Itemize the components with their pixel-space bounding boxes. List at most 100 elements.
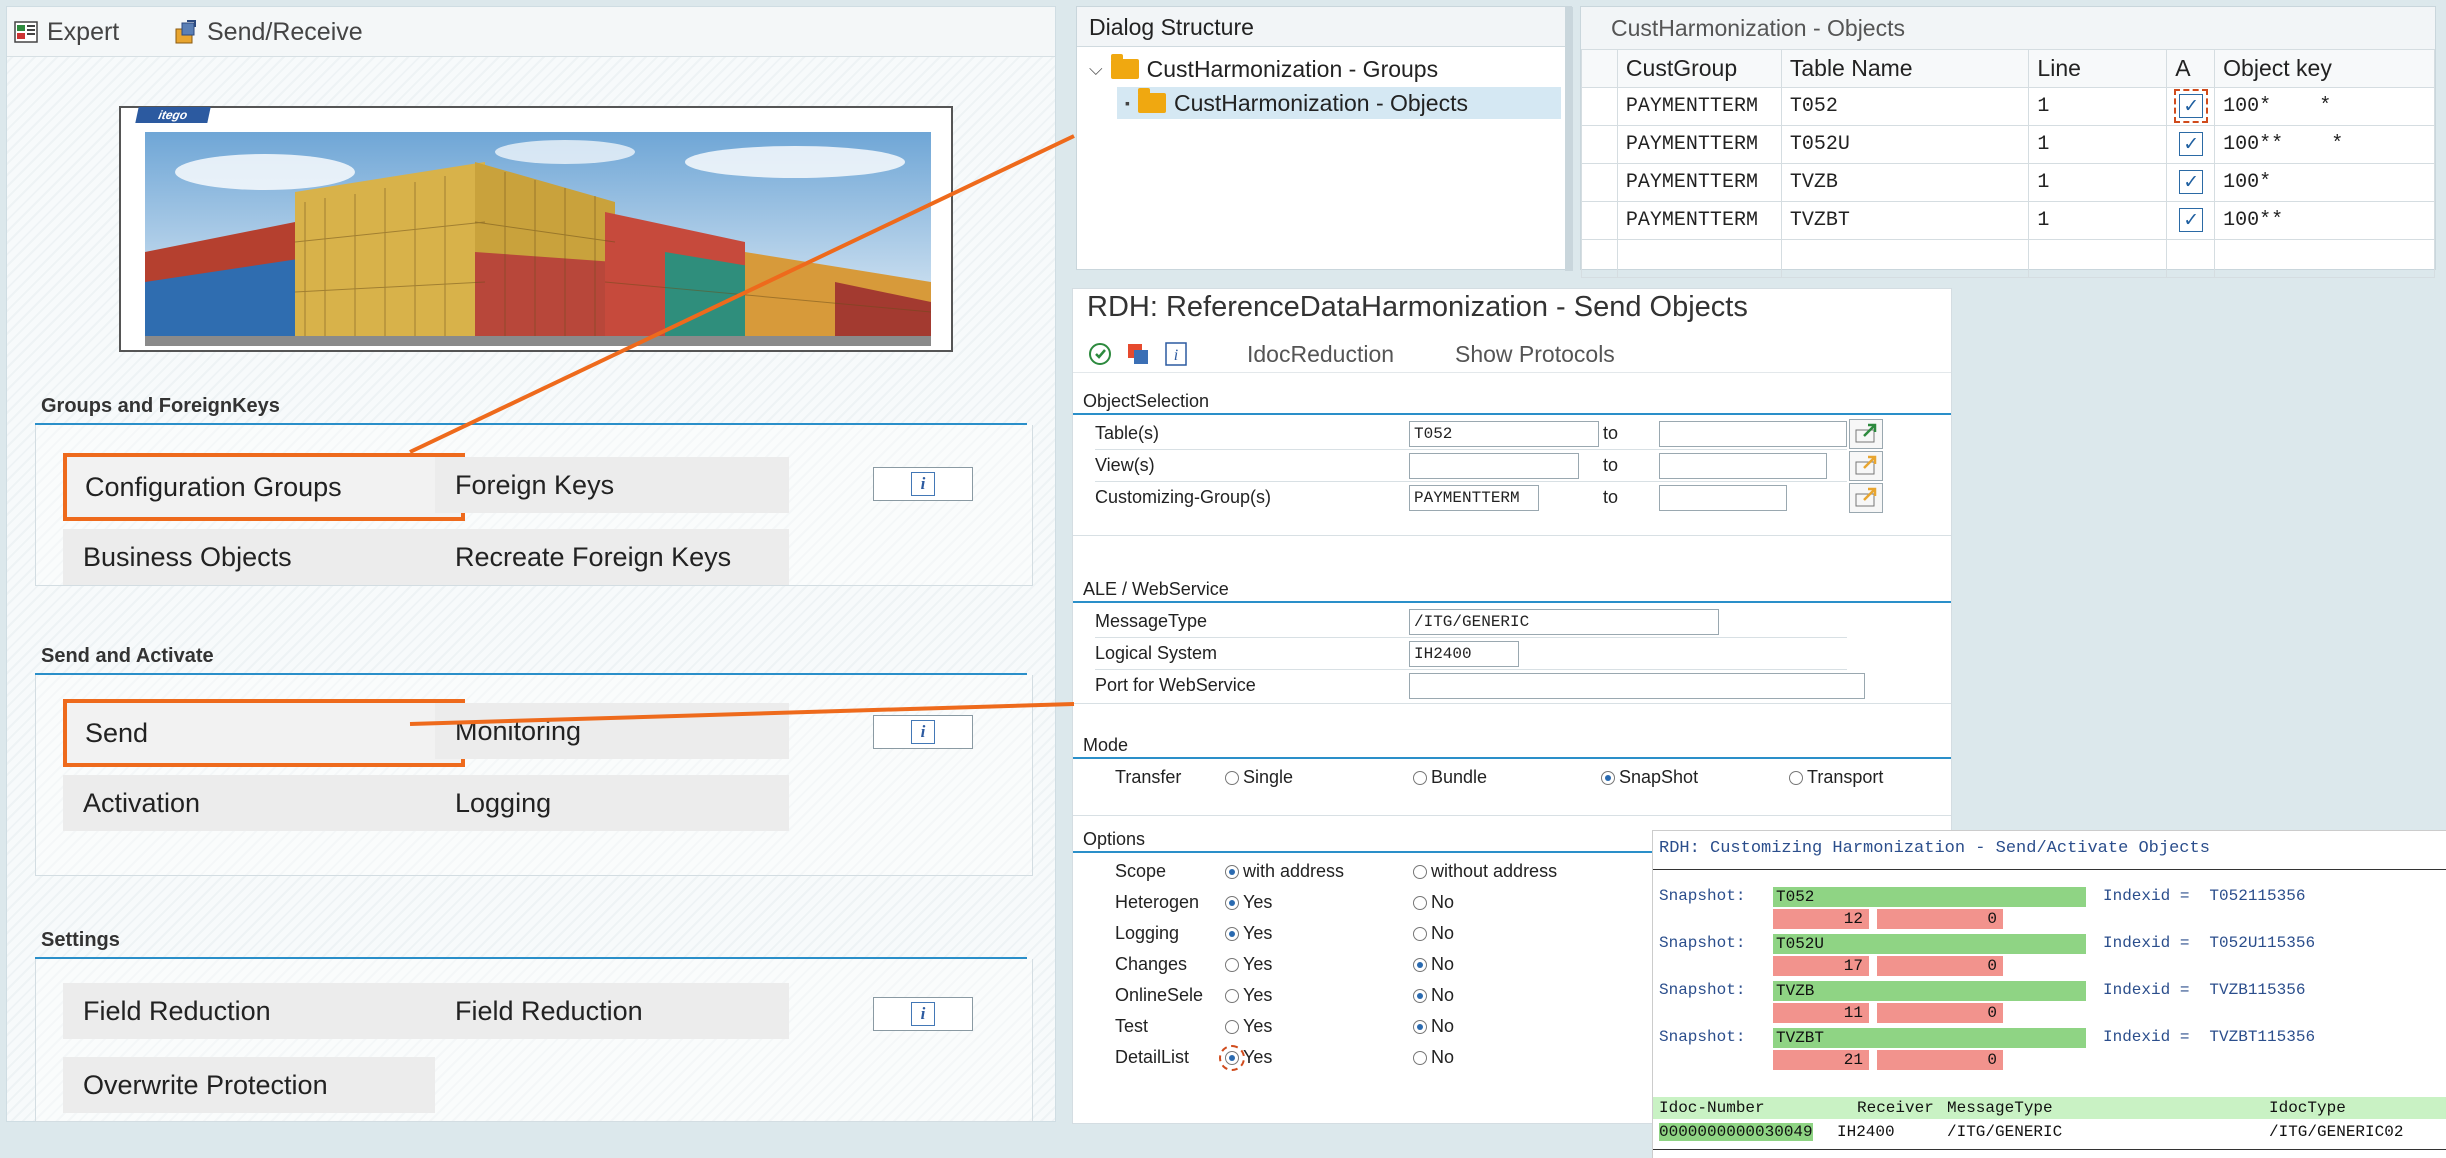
radio-button[interactable]	[1413, 926, 1427, 941]
option-scope-b[interactable]: without address	[1413, 861, 1557, 882]
expert-button[interactable]: Expert	[13, 15, 119, 49]
logical-system-input[interactable]: IH2400	[1409, 641, 1519, 667]
recreate-foreign-keys-tile[interactable]: Recreate Foreign Keys	[435, 529, 789, 585]
idoc-number-value[interactable]: 0000000000030049	[1659, 1123, 1813, 1141]
show-protocols-button[interactable]: Show Protocols	[1455, 341, 1615, 368]
option-logging-label: Logging	[1115, 923, 1180, 943]
option-detaillist-a[interactable]: Yes	[1219, 1044, 1272, 1071]
table-row[interactable]: PAYMENTTERM TVZBT 1 ✓ 100**	[1581, 201, 2435, 240]
execute-icon[interactable]	[1087, 341, 1113, 367]
radio-bundle[interactable]: Bundle	[1413, 767, 1487, 788]
radio-button-selected[interactable]	[1225, 926, 1239, 941]
row-selector[interactable]	[1581, 163, 1618, 202]
radio-button-selected[interactable]	[1219, 1044, 1245, 1071]
radio-button-selected[interactable]	[1601, 770, 1615, 785]
table-row[interactable]: PAYMENTTERM T052 1 ✓ 100* *	[1581, 87, 2435, 126]
foreign-keys-tile[interactable]: Foreign Keys	[435, 457, 789, 513]
cell-custgroup: PAYMENTTERM	[1616, 87, 1782, 126]
row-selector[interactable]	[1581, 201, 1618, 240]
overwrite-protection-tile[interactable]: Overwrite Protection	[63, 1057, 435, 1113]
multiple-selection-button[interactable]	[1849, 451, 1883, 481]
row-selector-header[interactable]	[1581, 49, 1618, 88]
radio-button[interactable]	[1413, 1050, 1427, 1065]
checkbox[interactable]: ✓	[2179, 170, 2204, 194]
chevron-down-icon[interactable]: ⌵	[1089, 59, 1103, 80]
row-selector[interactable]	[1581, 125, 1618, 164]
radio-button-selected[interactable]	[1225, 895, 1239, 910]
radio-button[interactable]	[1413, 770, 1427, 785]
radio-button[interactable]	[1225, 988, 1239, 1003]
radio-button[interactable]	[1413, 895, 1427, 910]
activation-tile[interactable]: Activation	[63, 775, 435, 831]
option-changes-a[interactable]: Yes	[1225, 954, 1272, 975]
table-row-empty[interactable]	[1581, 239, 2435, 278]
snapshot-indexid: Indexid = TVZBT115356	[2103, 1028, 2315, 1046]
row-selector[interactable]	[1581, 87, 1618, 126]
field-reduction-tile[interactable]: Field Reduction	[63, 983, 435, 1039]
variants-icon[interactable]	[1125, 341, 1151, 367]
col-a[interactable]: A	[2166, 49, 2216, 88]
send-receive-button[interactable]: Send/Receive	[173, 15, 363, 49]
checkbox[interactable]: ✓	[2179, 132, 2204, 156]
multiple-selection-button[interactable]	[1849, 483, 1883, 513]
table-row[interactable]: PAYMENTTERM T052U 1 ✓ 100** *	[1581, 125, 2435, 164]
tree-item-objects[interactable]: ▪ CustHarmonization - Objects	[1117, 87, 1561, 119]
table-row[interactable]: PAYMENTTERM TVZB 1 ✓ 100*	[1581, 163, 2435, 202]
radio-button[interactable]	[1789, 770, 1803, 785]
info-icon[interactable]: i	[1163, 341, 1189, 367]
field-reduction-tile-2[interactable]: Field Reduction	[435, 983, 789, 1039]
settings-info-button[interactable]: i	[873, 997, 973, 1031]
dialog-scrollbar[interactable]	[1565, 7, 1573, 271]
option-detaillist-label: DetailList	[1115, 1047, 1190, 1067]
message-type-input[interactable]: /ITG/GENERIC	[1409, 609, 1719, 635]
business-objects-tile[interactable]: Business Objects	[63, 529, 435, 585]
views-to-input[interactable]	[1659, 453, 1827, 479]
port-webservice-input[interactable]	[1409, 673, 1865, 699]
radio-transport[interactable]: Transport	[1789, 767, 1883, 788]
radio-button[interactable]	[1225, 1019, 1239, 1034]
radio-button[interactable]	[1225, 770, 1239, 785]
option-heterogen-b[interactable]: No	[1413, 892, 1454, 913]
monitoring-tile[interactable]: Monitoring	[435, 703, 789, 759]
configuration-groups-tile[interactable]: Configuration Groups	[63, 453, 465, 521]
customizing-groups-from-input[interactable]: PAYMENTTERM	[1409, 485, 1539, 511]
tables-from-input[interactable]: T052	[1409, 421, 1599, 447]
radio-button-selected[interactable]	[1413, 957, 1427, 972]
col-line[interactable]: Line	[2028, 49, 2168, 88]
option-scope-a[interactable]: with address	[1225, 861, 1344, 882]
snapshot-count: 12	[1773, 909, 1869, 929]
send-info-button[interactable]: i	[873, 715, 973, 749]
tree-item-groups[interactable]: ⌵ CustHarmonization - Groups	[1089, 53, 1438, 85]
tables-to-input[interactable]	[1659, 421, 1847, 447]
option-onlinesele-a[interactable]: Yes	[1225, 985, 1272, 1006]
radio-button-selected[interactable]	[1413, 1019, 1427, 1034]
logging-tile[interactable]: Logging	[435, 775, 789, 831]
radio-button[interactable]	[1413, 864, 1427, 879]
customizing-groups-to-input[interactable]	[1659, 485, 1787, 511]
option-changes-b[interactable]: No	[1413, 954, 1454, 975]
radio-single[interactable]: Single	[1225, 767, 1293, 788]
checkbox[interactable]: ✓	[2179, 208, 2204, 232]
col-object-key[interactable]: Object key	[2214, 49, 2435, 88]
views-from-input[interactable]	[1409, 453, 1579, 479]
col-table-name[interactable]: Table Name	[1780, 49, 2030, 88]
groups-info-button[interactable]: i	[873, 467, 973, 501]
radio-button-selected[interactable]	[1413, 988, 1427, 1003]
option-test-a[interactable]: Yes	[1225, 1016, 1272, 1037]
folder-icon	[1110, 54, 1139, 79]
cell-custgroup: PAYMENTTERM	[1616, 125, 1782, 164]
option-onlinesele-b[interactable]: No	[1413, 985, 1454, 1006]
option-logging-a[interactable]: Yes	[1225, 923, 1272, 944]
idoc-reduction-button[interactable]: IdocReduction	[1247, 341, 1394, 368]
option-logging-b[interactable]: No	[1413, 923, 1454, 944]
multiple-selection-button[interactable]	[1849, 419, 1883, 449]
radio-button[interactable]	[1225, 957, 1239, 972]
checkbox[interactable]: ✓	[2174, 89, 2209, 123]
col-custgroup[interactable]: CustGroup	[1616, 49, 1782, 88]
radio-button-selected[interactable]	[1225, 864, 1239, 879]
option-test-b[interactable]: No	[1413, 1016, 1454, 1037]
option-heterogen-a[interactable]: Yes	[1225, 892, 1272, 913]
option-detaillist-b[interactable]: No	[1413, 1047, 1454, 1068]
send-tile[interactable]: Send	[63, 699, 465, 767]
radio-snapshot[interactable]: SnapShot	[1601, 767, 1698, 788]
